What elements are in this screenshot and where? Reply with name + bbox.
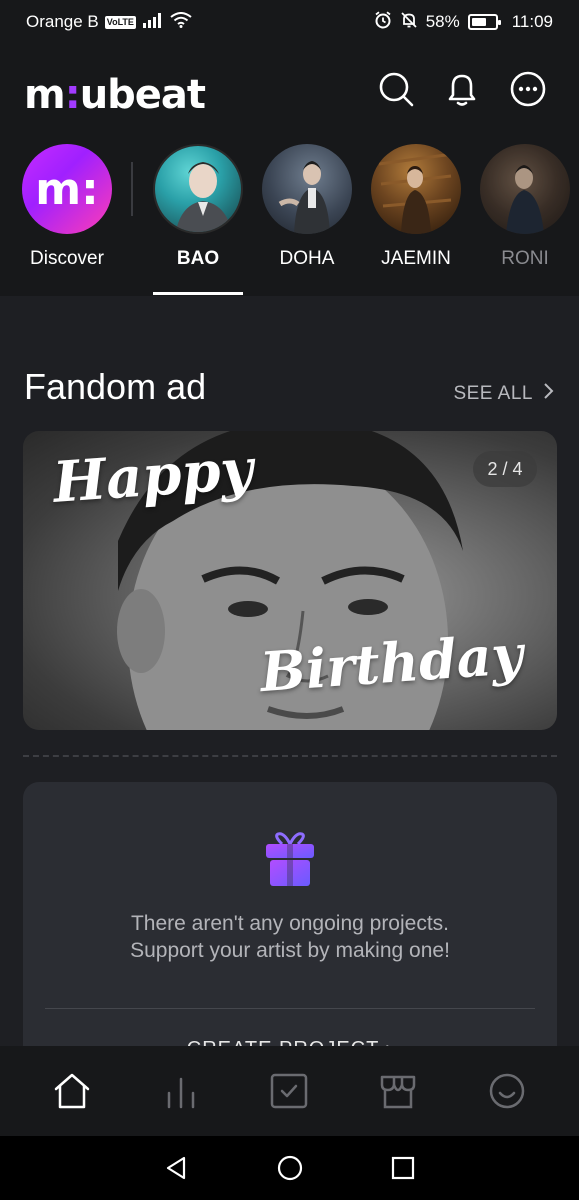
artist-name: RONI <box>501 248 549 269</box>
battery-icon <box>467 14 501 30</box>
artist-roni[interactable]: RONI <box>470 144 579 270</box>
artist-name: BAO <box>176 248 220 269</box>
status-left: Orange B VoLTE <box>26 11 192 33</box>
more-icon[interactable] <box>509 70 547 108</box>
section-title: Fandom ad <box>24 366 207 407</box>
signal-icon <box>142 12 164 33</box>
artist-name: JAEMIN <box>381 248 451 269</box>
bottom-nav <box>0 1046 579 1136</box>
avatar <box>371 144 461 234</box>
alarm-icon <box>374 10 392 34</box>
card-divider <box>45 1008 535 1009</box>
artist-bao[interactable]: BAO <box>143 144 253 270</box>
chart-icon[interactable] <box>159 1069 203 1113</box>
volte-badge: VoLTE <box>104 15 136 29</box>
clock: 11:09 <box>511 12 553 31</box>
status-bar: Orange B VoLTE 58% 11:09 <box>0 0 579 44</box>
discover-avatar: m: <box>22 144 112 234</box>
avatar <box>262 144 352 234</box>
message-line-2: Support your artist by making one! <box>130 939 450 962</box>
system-nav <box>0 1136 579 1200</box>
app-header: m:ubeat m: Discover BAO DOHA JAEMIN RONI <box>0 44 579 296</box>
fandom-ad-banner[interactable]: Happy Birthday 2 / 4 <box>23 431 557 730</box>
gift-icon <box>260 832 320 892</box>
empty-projects-message: There aren't any ongoing projects. Suppo… <box>23 910 557 964</box>
logo-dot: : <box>64 72 81 118</box>
artist-doha[interactable]: DOHA <box>252 144 362 270</box>
header-actions <box>377 70 547 108</box>
profile-icon[interactable] <box>485 1069 529 1113</box>
home-icon[interactable] <box>50 1069 94 1113</box>
artist-selector: m: Discover BAO DOHA JAEMIN RONI <box>0 144 579 296</box>
ad-happy-text: Happy <box>50 436 256 516</box>
wifi-icon <box>170 11 192 33</box>
active-tab-indicator <box>153 292 243 295</box>
vote-icon[interactable] <box>267 1069 311 1113</box>
section-divider <box>23 755 557 757</box>
store-icon[interactable] <box>376 1069 420 1113</box>
ad-page-counter: 2 / 4 <box>473 451 537 487</box>
artist-discover[interactable]: m: Discover <box>12 144 122 270</box>
artist-divider <box>131 162 133 216</box>
status-right: 58% 11:09 <box>374 10 553 34</box>
search-icon[interactable] <box>377 70 415 108</box>
battery-percent: 58% <box>425 12 460 31</box>
projects-card: There aren't any ongoing projects. Suppo… <box>23 782 557 1082</box>
see-all-label: SEE ALL <box>453 383 533 404</box>
artist-name: DOHA <box>279 248 335 269</box>
mute-bell-icon <box>400 11 418 34</box>
see-all-link[interactable]: SEE ALL <box>453 382 555 406</box>
bell-icon[interactable] <box>443 70 481 108</box>
home-circle-icon[interactable] <box>275 1153 305 1183</box>
avatar <box>153 144 243 234</box>
mubeat-logo[interactable]: m:ubeat <box>24 72 206 118</box>
recents-icon[interactable] <box>388 1153 418 1183</box>
back-icon[interactable] <box>162 1153 192 1183</box>
avatar <box>480 144 570 234</box>
carrier-label: Orange B <box>26 12 99 31</box>
message-line-1: There aren't any ongoing projects. <box>130 912 450 935</box>
chevron-right-icon <box>543 382 555 406</box>
artist-jaemin[interactable]: JAEMIN <box>361 144 471 270</box>
logo-prefix: m <box>24 72 66 118</box>
discover-logo: m: <box>35 163 99 215</box>
logo-suffix: ubeat <box>79 72 206 118</box>
artist-name: Discover <box>30 248 104 269</box>
